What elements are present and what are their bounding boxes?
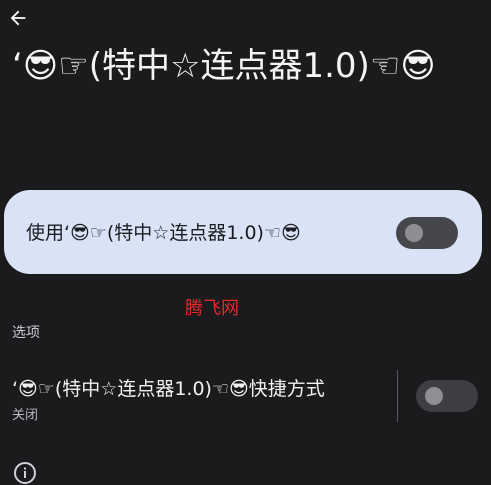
options-header: 选项 bbox=[12, 325, 40, 341]
info-icon[interactable] bbox=[13, 461, 37, 485]
page-title: ‘😎☞(特中☆连点器1.0)☜😎 bbox=[12, 46, 436, 86]
row-divider bbox=[397, 370, 398, 422]
shortcut-switch[interactable] bbox=[416, 380, 478, 412]
watermark-text: 腾飞网 bbox=[185, 298, 239, 319]
shortcut-setting-row[interactable]: ‘😎☞(特中☆连点器1.0)☜😎快捷方式 关闭 bbox=[0, 364, 491, 428]
use-service-switch[interactable] bbox=[396, 217, 458, 249]
shortcut-title: ‘😎☞(特中☆连点器1.0)☜😎快捷方式 bbox=[12, 378, 325, 400]
back-button[interactable] bbox=[6, 6, 30, 30]
switch-thumb bbox=[405, 224, 423, 242]
shortcut-status: 关闭 bbox=[12, 408, 39, 423]
switch-thumb bbox=[425, 387, 443, 405]
use-service-label: 使用‘😎☞(特中☆连点器1.0)☜😎 bbox=[26, 222, 301, 244]
arrow-back-icon bbox=[10, 10, 26, 26]
use-service-card[interactable]: 使用‘😎☞(特中☆连点器1.0)☜😎 bbox=[4, 190, 482, 274]
